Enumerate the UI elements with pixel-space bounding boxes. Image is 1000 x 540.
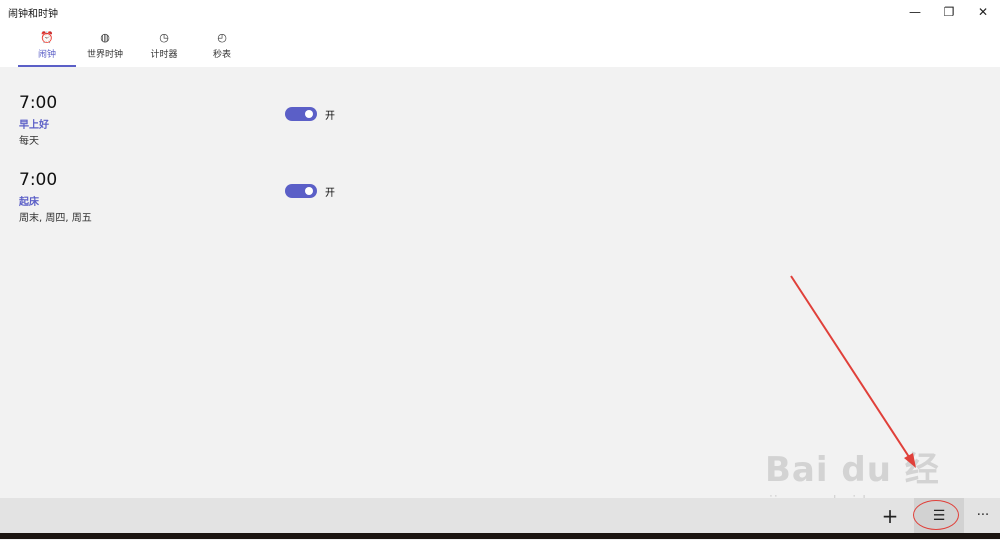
annotation-arrow (790, 275, 916, 468)
annotation-circle (913, 500, 959, 530)
